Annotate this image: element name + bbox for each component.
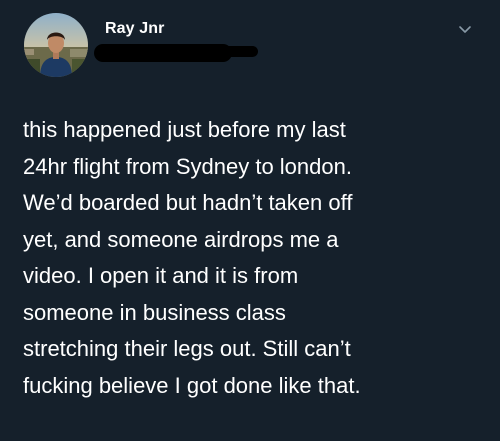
tweet-text: this happened just before my last 24hr f… — [23, 117, 361, 398]
author-display-name[interactable]: Ray Jnr — [105, 20, 164, 38]
author-avatar[interactable] — [24, 13, 88, 77]
profile-photo-icon — [24, 13, 88, 77]
tweet-card: Ray Jnr this happened just before my las… — [0, 0, 500, 441]
redacted-username — [94, 44, 258, 62]
chevron-down-icon[interactable] — [458, 22, 472, 36]
